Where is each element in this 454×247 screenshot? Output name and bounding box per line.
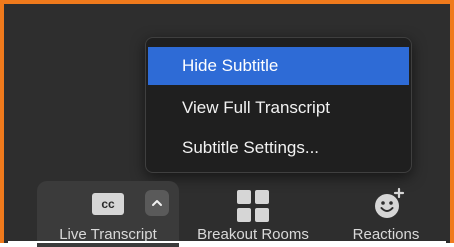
live-transcript-menu: Hide Subtitle View Full Transcript Subti…	[145, 37, 412, 173]
grid-squares-icon	[237, 190, 269, 222]
chevron-up-icon	[152, 200, 162, 206]
menu-item-view-full-transcript[interactable]: View Full Transcript	[148, 89, 409, 127]
menu-item-hide-subtitle[interactable]: Hide Subtitle	[148, 47, 409, 85]
breakout-rooms-button[interactable]: Breakout Rooms	[186, 181, 320, 247]
closed-caption-icon: cc	[92, 193, 124, 215]
reactions-button[interactable]: Reactions	[342, 181, 430, 247]
live-transcript-button[interactable]: cc Live Transcript	[37, 181, 179, 247]
meeting-window: Hide Subtitle View Full Transcript Subti…	[0, 0, 454, 247]
menu-item-subtitle-settings[interactable]: Subtitle Settings...	[148, 129, 409, 167]
smiley-plus-icon	[375, 187, 405, 218]
live-transcript-options-button[interactable]	[145, 190, 169, 216]
